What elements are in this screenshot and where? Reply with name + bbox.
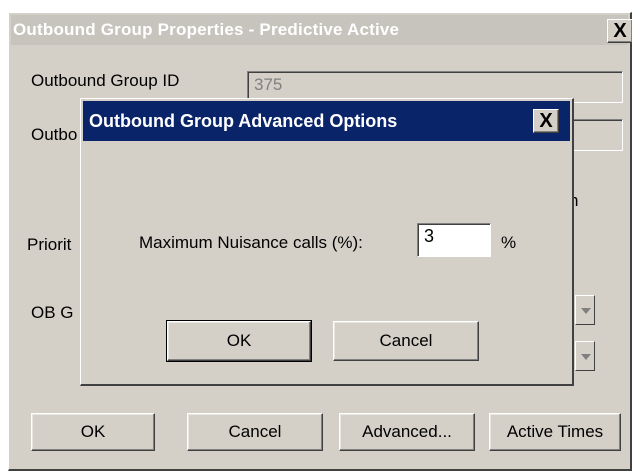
ob-group-dropdown-arrow-icon[interactable] <box>575 295 595 325</box>
advanced-cancel-button[interactable]: Cancel <box>333 321 479 361</box>
main-title-bar[interactable]: Outbound Group Properties - Predictive A… <box>11 15 632 45</box>
main-ok-button[interactable]: OK <box>31 413 155 451</box>
advanced-button[interactable]: Advanced... <box>339 413 475 451</box>
ob-group-label: OB G <box>31 303 74 322</box>
advanced-dialog-title: Outbound Group Advanced Options <box>89 111 398 131</box>
advanced-options-dialog: Outbound Group Advanced Options X Maximu… <box>80 98 574 386</box>
nuisance-calls-label: Maximum Nuisance calls (%): <box>139 233 363 252</box>
nuisance-calls-input[interactable]: 3 <box>417 223 491 257</box>
main-window-title: Outbound Group Properties - Predictive A… <box>13 20 400 39</box>
priority-label: Priorit <box>27 235 72 254</box>
secondary-dropdown-arrow-icon[interactable] <box>575 341 595 371</box>
group-name-label: Outbo <box>31 125 78 144</box>
main-close-button[interactable]: X <box>607 19 632 43</box>
advanced-ok-button[interactable]: OK <box>166 320 312 362</box>
active-times-button[interactable]: Active Times <box>489 413 621 451</box>
advanced-close-button[interactable]: X <box>533 109 559 133</box>
main-cancel-button[interactable]: Cancel <box>187 413 323 451</box>
advanced-title-bar[interactable]: Outbound Group Advanced Options X <box>83 101 570 141</box>
percent-unit-label: % <box>501 233 517 252</box>
group-id-label: Outbound Group ID <box>31 71 180 90</box>
